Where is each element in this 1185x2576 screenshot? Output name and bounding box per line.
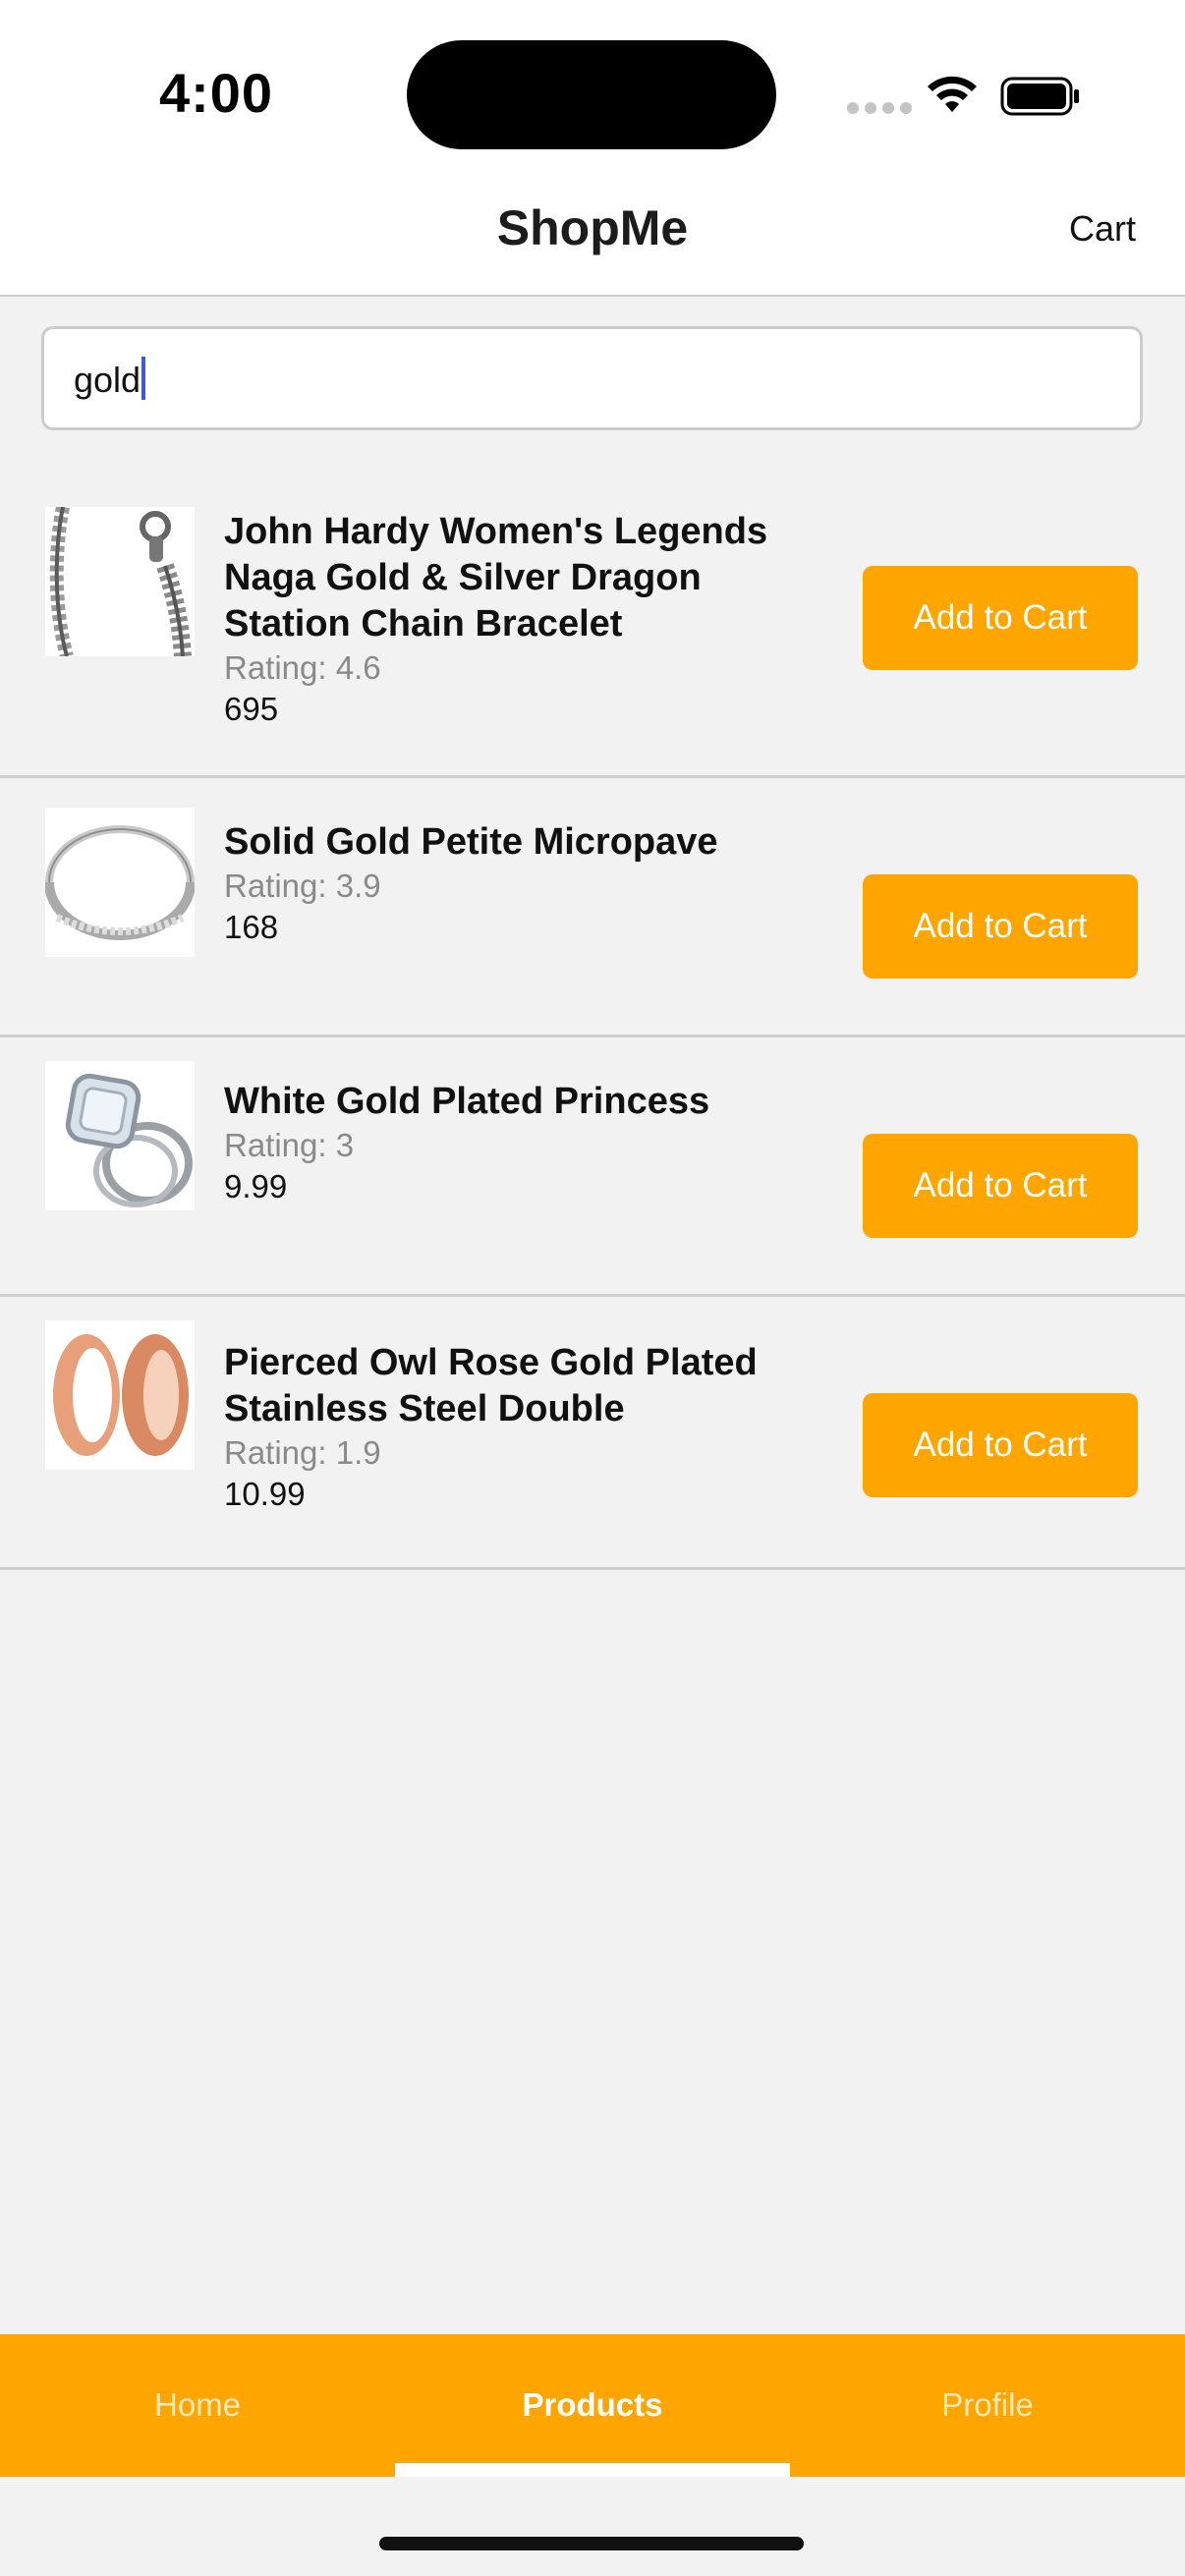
product-price: 10.99 bbox=[224, 1476, 306, 1512]
product-title: Solid Gold Petite Micropave bbox=[224, 821, 718, 863]
product-rating: Rating: 1.9 bbox=[224, 1434, 381, 1471]
cart-button[interactable]: Cart bbox=[1069, 208, 1136, 250]
product-title: John Hardy Women's Legends Naga Gold & S… bbox=[224, 511, 768, 644]
product-list: John Hardy Women's Legends Naga Gold & S… bbox=[0, 472, 1185, 1570]
battery-icon bbox=[1000, 77, 1079, 116]
text-caret bbox=[141, 357, 146, 400]
product-info: John Hardy Women's Legends Naga Gold & S… bbox=[224, 509, 833, 730]
list-item: Pierced Owl Rose Gold Plated Stainless S… bbox=[0, 1297, 1185, 1570]
product-rating: Rating: 3.9 bbox=[224, 868, 381, 904]
ring-band-icon bbox=[45, 808, 195, 957]
product-info: White Gold Plated Princess Rating: 3 9.9… bbox=[224, 1079, 833, 1207]
list-item: John Hardy Women's Legends Naga Gold & S… bbox=[0, 472, 1185, 778]
wifi-icon bbox=[928, 76, 977, 112]
product-rating: Rating: 3 bbox=[224, 1127, 355, 1163]
add-to-cart-button[interactable]: Add to Cart bbox=[863, 1393, 1138, 1497]
search-text: gold bbox=[74, 360, 141, 400]
add-to-cart-button[interactable]: Add to Cart bbox=[863, 566, 1138, 670]
add-to-cart-button[interactable]: Add to Cart bbox=[863, 1134, 1138, 1238]
nav-header: ShopMe Cart bbox=[0, 177, 1185, 297]
product-title: Pierced Owl Rose Gold Plated Stainless S… bbox=[224, 1342, 758, 1429]
product-price: 9.99 bbox=[224, 1168, 288, 1204]
product-info: Pierced Owl Rose Gold Plated Stainless S… bbox=[224, 1340, 833, 1515]
product-price: 695 bbox=[224, 691, 279, 727]
product-price: 168 bbox=[224, 909, 279, 945]
product-info: Solid Gold Petite Micropave Rating: 3.9 … bbox=[224, 819, 833, 948]
product-title: White Gold Plated Princess bbox=[224, 1081, 710, 1122]
home-indicator[interactable] bbox=[379, 2537, 804, 2550]
signal-icon bbox=[847, 102, 912, 114]
page-title: ShopMe bbox=[496, 200, 689, 255]
dynamic-island bbox=[407, 40, 776, 149]
status-bar: 4:00 bbox=[0, 0, 1185, 177]
list-item: Solid Gold Petite Micropave Rating: 3.9 … bbox=[0, 778, 1185, 1037]
search-input[interactable]: gold bbox=[41, 326, 1143, 430]
product-rating: Rating: 4.6 bbox=[224, 649, 381, 686]
tab-profile[interactable]: Profile bbox=[790, 2334, 1185, 2477]
add-to-cart-button[interactable]: Add to Cart bbox=[863, 874, 1138, 979]
status-time: 4:00 bbox=[158, 62, 274, 124]
tab-home[interactable]: Home bbox=[0, 2334, 395, 2477]
active-tab-indicator bbox=[395, 2463, 790, 2477]
diamond-ring-icon bbox=[45, 1061, 195, 1210]
rose-gold-plug-icon bbox=[45, 1320, 195, 1470]
bracelet-icon bbox=[45, 507, 195, 656]
tab-products[interactable]: Products bbox=[395, 2334, 790, 2477]
tab-bar: Home Products Profile bbox=[0, 2334, 1185, 2477]
app-screen: 4:00 ShopMe Cart gold John Hardy Women's… bbox=[0, 0, 1185, 2576]
list-item: White Gold Plated Princess Rating: 3 9.9… bbox=[0, 1037, 1185, 1297]
